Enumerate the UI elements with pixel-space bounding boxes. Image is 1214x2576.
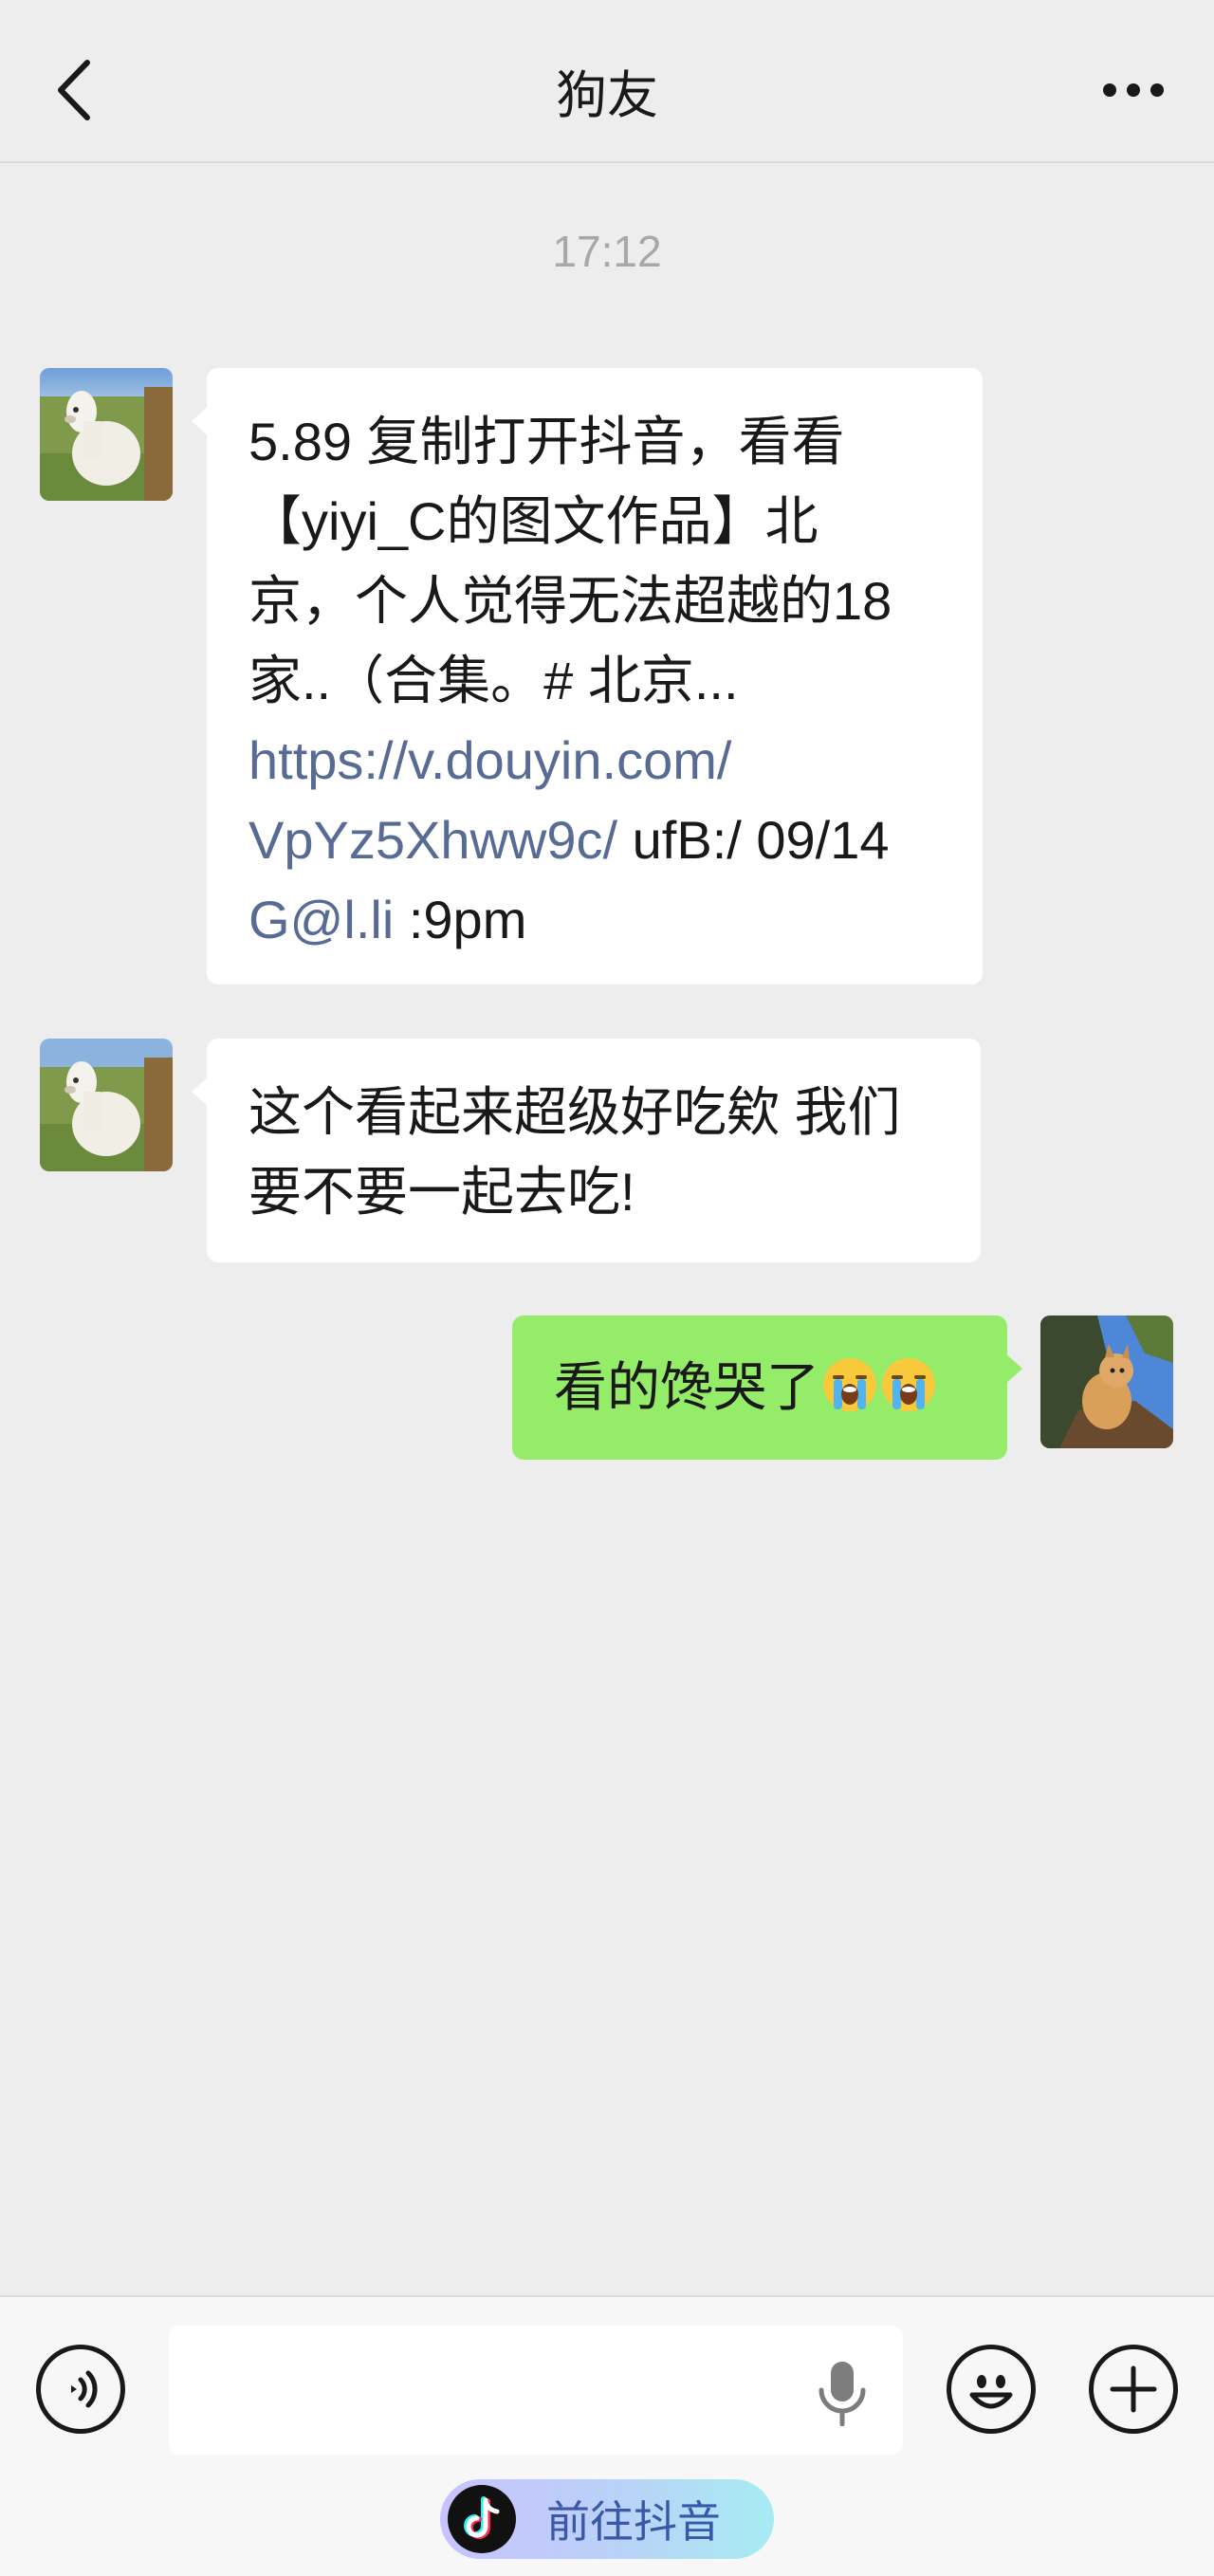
message-text: 看的馋哭了 (554, 1357, 819, 1417)
message-timestamp: 17:12 (552, 227, 662, 276)
message-text: :9pm (394, 890, 527, 949)
input-bar: 前往抖音 (0, 2295, 1214, 2576)
smiley-icon (969, 2375, 1013, 2409)
message-line: G@l.li :9pm (248, 880, 941, 960)
open-douyin-button[interactable]: 前往抖音 (440, 2479, 774, 2559)
more-dots-icon (1103, 83, 1164, 97)
plus-icon (1110, 2365, 1157, 2413)
message-text: 要不要一起去吃! (248, 1162, 635, 1222)
my-message-bubble[interactable]: 看的馋哭了 (512, 1316, 1022, 1460)
message-line: 这个看起来超级好吃欸 我们 (248, 1073, 939, 1152)
voice-mode-button[interactable] (36, 2345, 125, 2434)
douyin-link[interactable]: VpYz5Xhww9c/ (248, 810, 617, 870)
message-text: 【yiyi_C的图文作品】北 (248, 491, 819, 551)
message-text: ufB:/ 09/14 (617, 810, 890, 870)
more-functions-button[interactable] (1089, 2345, 1178, 2434)
douyin-link[interactable]: https://v.douyin.com/ (248, 730, 731, 790)
chat-header: 狗友 (0, 0, 1214, 163)
message-line: VpYz5Xhww9c/ ufB:/ 09/14 (248, 800, 941, 880)
message-input[interactable] (169, 2326, 903, 2455)
message-line: https://v.douyin.com/ (248, 721, 941, 800)
voice-mode-icon (71, 2370, 98, 2408)
message-text: 5.89 复制打开抖音，看看 (248, 412, 845, 471)
link-fragment[interactable]: G@l.li (248, 890, 394, 949)
more-options-button[interactable] (1091, 57, 1176, 123)
chat-title: 狗友 (556, 67, 658, 124)
friend-avatar[interactable] (40, 1039, 173, 1171)
message-bubble-link-share[interactable]: 5.89 复制打开抖音，看看 【yiyi_C的图文作品】北 京，个人觉得无法超越… (192, 368, 983, 984)
message-text: 这个看起来超级好吃欸 我们 (248, 1082, 901, 1142)
open-douyin-label: 前往抖音 (546, 2497, 721, 2547)
message-line: 京，个人觉得无法超越的18 (248, 561, 941, 641)
loudly-crying-face-icon (882, 1358, 935, 1411)
message-line: 要不要一起去吃! (248, 1152, 939, 1232)
microphone-icon[interactable] (812, 2360, 873, 2426)
emoji-button[interactable] (947, 2345, 1036, 2434)
message-text: 京，个人觉得无法超越的18 (248, 571, 892, 631)
message-text: 家..（合集。# 北京... (248, 651, 739, 710)
message-bubble-text[interactable]: 这个看起来超级好吃欸 我们 要不要一起去吃! (192, 1039, 981, 1262)
message-line: 【yiyi_C的图文作品】北 (248, 482, 941, 561)
message-line: 家..（合集。# 北京... (248, 641, 941, 721)
loudly-crying-face-icon (823, 1358, 876, 1411)
friend-avatar[interactable] (40, 368, 173, 501)
my-avatar[interactable] (1040, 1316, 1173, 1448)
douyin-logo-icon (448, 2485, 516, 2553)
message-line: 5.89 复制打开抖音，看看 (248, 402, 941, 482)
